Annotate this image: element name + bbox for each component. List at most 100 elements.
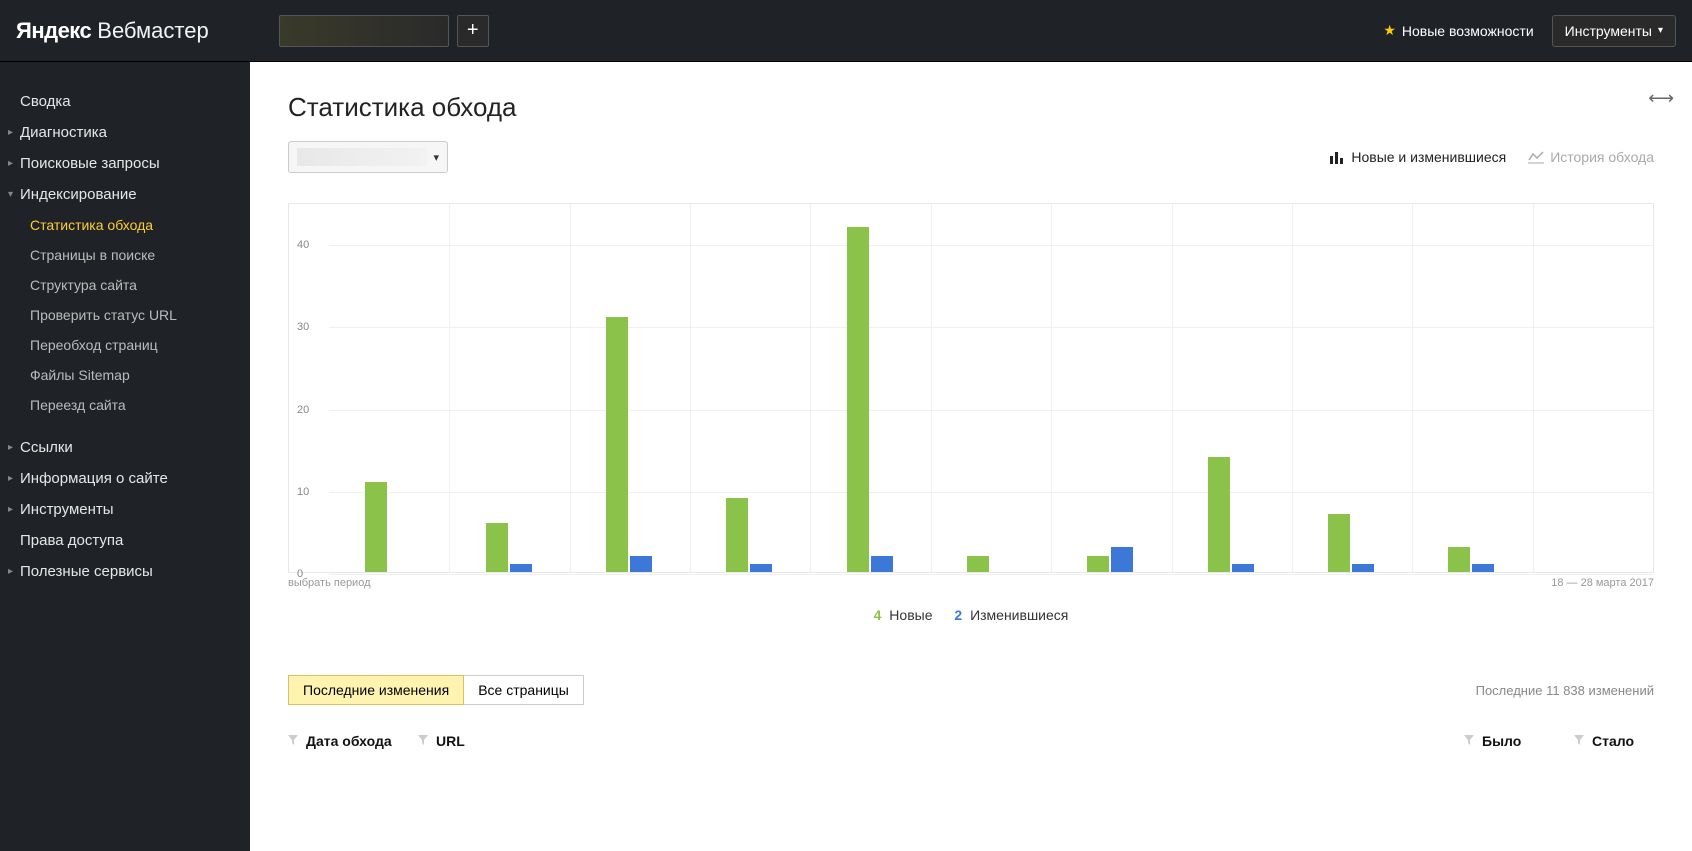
- header: Яндекс Вебмастер + ★ Новые возможности И…: [0, 0, 1692, 62]
- sidebar-item-14[interactable]: Права доступа: [0, 525, 250, 556]
- domain-select[interactable]: ▾: [288, 141, 448, 173]
- bar-group[interactable]: [1087, 547, 1135, 572]
- expand-icon[interactable]: ⟷: [1648, 88, 1674, 109]
- new-features-label: Новые возможности: [1402, 23, 1534, 39]
- legend-new-count: 4: [874, 607, 882, 623]
- chevron-down-icon: ▾: [433, 151, 439, 164]
- bar-changed: [1111, 547, 1133, 572]
- changes-count: Последние 11 838 изменений: [1476, 683, 1654, 698]
- bar-group[interactable]: [1448, 547, 1496, 572]
- main-content: ⟷ Статистика обхода ▾ Новые и изменившие…: [250, 62, 1692, 851]
- th-now[interactable]: Стало: [1574, 733, 1654, 749]
- site-selector[interactable]: [279, 15, 449, 47]
- filter-icon: [1464, 735, 1476, 747]
- sidebar-item-label: Файлы Sitemap: [30, 367, 130, 383]
- star-icon: ★: [1383, 22, 1396, 39]
- th-url[interactable]: URL: [418, 733, 1464, 749]
- sidebar-item-6[interactable]: Структура сайта: [0, 270, 250, 300]
- sidebar-item-15[interactable]: ▸ Полезные сервисы: [0, 556, 250, 587]
- table-header: Дата обхода URL Было Стало: [288, 733, 1654, 749]
- sidebar-item-label: Проверить статус URL: [30, 307, 177, 323]
- th-was[interactable]: Было: [1464, 733, 1574, 749]
- legend-new-label: Новые: [889, 607, 932, 623]
- tab-all-pages[interactable]: Все страницы: [464, 675, 584, 705]
- viewmode-new-changed[interactable]: Новые и изменившиеся: [1329, 149, 1506, 165]
- sidebar-item-label: Диагностика: [20, 124, 107, 141]
- crawl-chart[interactable]: 010203040: [288, 203, 1654, 573]
- sidebar-item-7[interactable]: Проверить статус URL: [0, 300, 250, 330]
- bar-group[interactable]: [606, 317, 654, 572]
- chart-legend: 4 Новые 2 Изменившиеся: [288, 607, 1654, 623]
- sidebar-item-label: Права доступа: [20, 532, 123, 549]
- caret-icon: ▸: [8, 442, 13, 453]
- caret-icon: ▸: [8, 566, 13, 577]
- legend-changed-count: 2: [954, 607, 962, 623]
- y-axis-tick: 20: [297, 404, 309, 416]
- y-axis-tick: 0: [297, 568, 303, 580]
- y-axis-tick: 10: [297, 486, 309, 498]
- page-title: Статистика обхода: [288, 92, 1654, 123]
- sidebar-item-2[interactable]: ▸ Поисковые запросы: [0, 148, 250, 179]
- caret-icon: ▸: [8, 158, 13, 169]
- sidebar-item-3[interactable]: ▾Индексирование: [0, 179, 250, 210]
- sidebar-item-9[interactable]: Файлы Sitemap: [0, 360, 250, 390]
- bar-changed: [750, 564, 772, 572]
- sidebar-item-0[interactable]: Сводка: [0, 86, 250, 117]
- bar-new: [1448, 547, 1470, 572]
- bar-changed: [1352, 564, 1374, 572]
- bar-new: [726, 498, 748, 572]
- logo-yandex[interactable]: Яндекс: [16, 18, 91, 44]
- sidebar-item-1[interactable]: ▸ Диагностика: [0, 117, 250, 148]
- sidebar-item-label: Статистика обхода: [30, 217, 153, 233]
- caret-icon: ▸: [8, 473, 13, 484]
- new-features-link[interactable]: ★ Новые возможности: [1383, 22, 1533, 39]
- viewmode-history[interactable]: История обхода: [1528, 149, 1654, 165]
- bar-group[interactable]: [726, 498, 774, 572]
- viewmode-history-label: История обхода: [1550, 149, 1654, 165]
- bar-group[interactable]: [486, 523, 534, 572]
- sidebar-item-5[interactable]: Страницы в поиске: [0, 240, 250, 270]
- add-site-button[interactable]: +: [457, 15, 489, 47]
- bar-new: [486, 523, 508, 572]
- sidebar-item-label: Ссылки: [20, 439, 73, 456]
- tab-recent-changes[interactable]: Последние изменения: [288, 675, 464, 705]
- bar-new: [1208, 457, 1230, 572]
- bar-changed: [1472, 564, 1494, 572]
- line-chart-icon: [1528, 150, 1544, 164]
- sidebar-item-label: Структура сайта: [30, 277, 137, 293]
- sidebar-item-label: Переезд сайта: [30, 397, 126, 413]
- sidebar-item-12[interactable]: ▸ Информация о сайте: [0, 463, 250, 494]
- sidebar-item-11[interactable]: ▸ Ссылки: [0, 432, 250, 463]
- caret-icon: ▸: [8, 504, 13, 515]
- bar-changed: [510, 564, 532, 572]
- bar-group[interactable]: [1208, 457, 1256, 572]
- sidebar-item-label: Сводка: [20, 93, 71, 110]
- sidebar-item-13[interactable]: ▸ Инструменты: [0, 494, 250, 525]
- sidebar-item-label: Переобход страниц: [30, 337, 158, 353]
- viewmode-new-label: Новые и изменившиеся: [1351, 149, 1506, 165]
- filter-icon: [418, 735, 430, 747]
- bar-group[interactable]: [365, 482, 413, 572]
- sidebar-item-label: Инструменты: [20, 501, 114, 518]
- sidebar-item-4[interactable]: Статистика обхода: [0, 210, 250, 240]
- y-axis-tick: 30: [297, 321, 309, 333]
- bar-chart-icon: [1329, 150, 1345, 164]
- sidebar-item-label: Полезные сервисы: [20, 563, 153, 580]
- sidebar-item-label: Поисковые запросы: [20, 155, 160, 172]
- bar-new: [967, 556, 989, 572]
- filter-icon: [1574, 735, 1586, 747]
- caret-icon: ▸: [8, 127, 13, 138]
- bar-changed: [630, 556, 652, 572]
- bar-group[interactable]: [967, 556, 1015, 572]
- sidebar-item-label: Информация о сайте: [20, 470, 168, 487]
- tools-label: Инструменты: [1565, 23, 1652, 39]
- logo-webmaster[interactable]: Вебмастер: [97, 18, 208, 44]
- sidebar-item-8[interactable]: Переобход страниц: [0, 330, 250, 360]
- bar-group[interactable]: [847, 227, 895, 572]
- filter-icon: [288, 735, 300, 747]
- th-crawl-date[interactable]: Дата обхода: [288, 733, 418, 749]
- legend-changed-label: Изменившиеся: [970, 607, 1068, 623]
- tools-dropdown[interactable]: Инструменты ▾: [1552, 15, 1676, 47]
- bar-group[interactable]: [1328, 514, 1376, 572]
- sidebar-item-10[interactable]: Переезд сайта: [0, 390, 250, 420]
